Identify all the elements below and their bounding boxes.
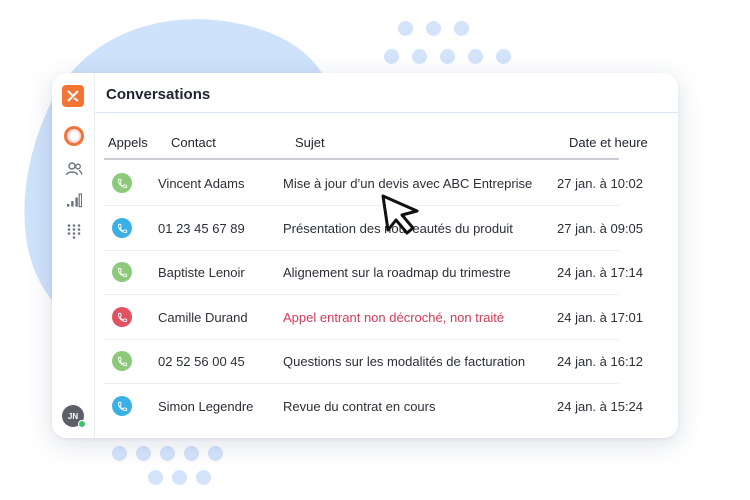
avatar-initials: JN (67, 411, 79, 421)
column-header-calls: Appels (108, 135, 148, 150)
dialpad-icon[interactable] (62, 219, 85, 242)
date-time: 24 jan. à 17:14 (557, 265, 644, 280)
column-header-datetime: Date et heure (569, 135, 648, 150)
stats-icon[interactable] (62, 188, 85, 211)
answered-call-icon (112, 173, 132, 193)
table-row[interactable]: 01 23 45 67 89 Présentation des nouveaut… (104, 207, 643, 251)
logo-icon (67, 90, 79, 102)
mouse-cursor-icon (381, 194, 419, 235)
outgoing-call-icon (112, 396, 132, 416)
contact-name: Baptiste Lenoir (158, 265, 245, 280)
answered-call-icon (112, 262, 132, 282)
outgoing-call-icon (112, 218, 132, 238)
subject: Questions sur les modalités de facturati… (283, 354, 526, 369)
table-row[interactable]: Vincent Adams Mise à jour d’un devis ave… (104, 162, 643, 206)
avatar[interactable]: JN (62, 405, 86, 428)
sidebar: JN (52, 73, 95, 438)
presence-indicator (78, 420, 86, 428)
subject: Mise à jour d’un devis avec ABC Entrepri… (283, 176, 533, 191)
table-row[interactable]: Baptiste Lenoir Alignement sur la roadma… (104, 251, 643, 295)
answered-call-icon (112, 351, 132, 371)
table-row[interactable]: Simon Legendre Revue du contrat en cours… (104, 385, 643, 429)
subject-missed: Appel entrant non décroché, non traité (283, 310, 505, 325)
header-divider (104, 158, 619, 160)
column-header-subject: Sujet (295, 135, 325, 150)
date-time: 24 jan. à 17:01 (557, 310, 644, 325)
contact-name: 02 52 56 00 45 (158, 354, 245, 369)
subject: Alignement sur la roadmap du trimestre (283, 265, 511, 280)
date-time: 27 jan. à 10:02 (557, 176, 644, 191)
contacts-icon[interactable] (62, 157, 85, 180)
contact-name: Camille Durand (158, 310, 248, 325)
page-title: Conversations (106, 86, 211, 103)
chat-icon[interactable] (62, 124, 85, 147)
date-time: 24 jan. à 15:24 (557, 399, 644, 414)
contact-name: 01 23 45 67 89 (158, 221, 245, 236)
subject: Revue du contrat en cours (283, 399, 436, 414)
contact-name: Vincent Adams (158, 176, 245, 191)
date-time: 24 jan. à 16:12 (557, 354, 644, 369)
missed-call-icon (112, 307, 132, 327)
contact-name: Simon Legendre (158, 399, 254, 414)
date-time: 27 jan. à 09:05 (557, 221, 644, 236)
table-row[interactable]: 02 52 56 00 45 Questions sur les modalit… (104, 340, 643, 384)
column-header-contact: Contact (171, 135, 216, 150)
app-logo[interactable] (62, 85, 84, 107)
conversations-window: JN Conversations Appels Contact Sujet Da… (52, 73, 678, 438)
header: Conversations (95, 73, 678, 113)
table-row[interactable]: Camille Durand Appel entrant non décroch… (104, 296, 643, 340)
